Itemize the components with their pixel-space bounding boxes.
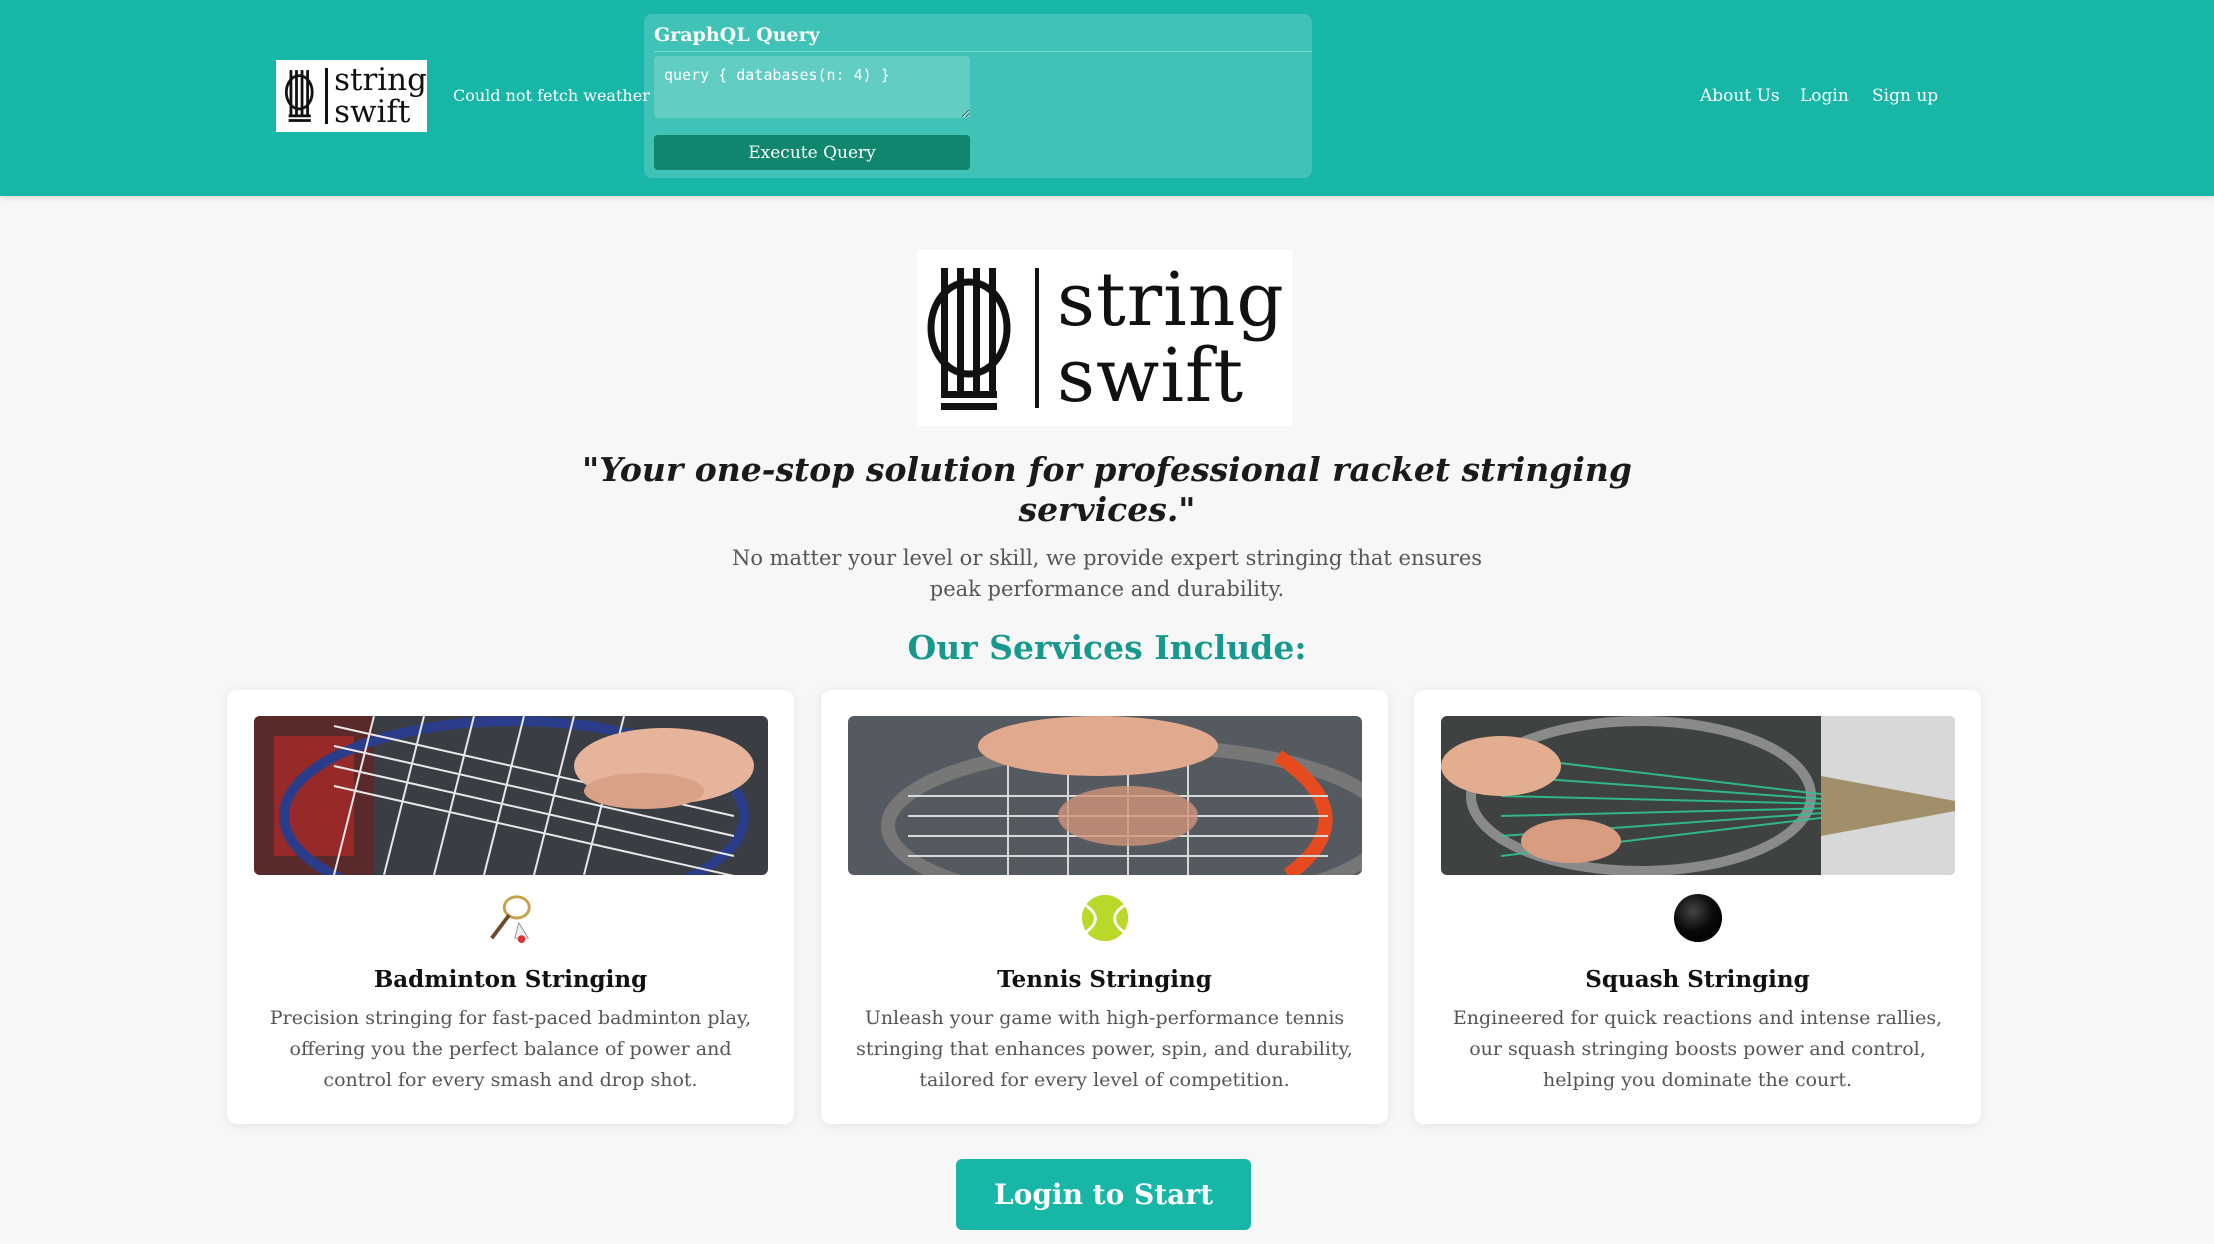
racket-logo-icon [927, 268, 1011, 410]
hero-tagline: "Your one-stop solution for professional… [582, 450, 1632, 529]
tennis-stringing-photo [848, 716, 1362, 875]
graphql-divider [654, 51, 1312, 52]
logo-wordmark: string swift [334, 64, 427, 128]
logo-divider [1035, 268, 1039, 408]
squash-stringing-photo [1441, 716, 1955, 875]
service-description: Engineered for quick reactions and inten… [1452, 1007, 1943, 1091]
logo-divider [325, 68, 329, 124]
graphql-title: GraphQL Query [654, 24, 820, 46]
service-card-tennis: Tennis Stringing Unleash your game with … [821, 690, 1388, 1124]
racket-logo-icon [284, 70, 314, 122]
tennis-ball-icon [1080, 891, 1130, 945]
service-card-badminton: Badminton Stringing Precision stringing … [227, 690, 794, 1124]
logo-word-2: swift [334, 94, 411, 130]
hero-subtitle: No matter your level or skill, we provid… [731, 546, 1483, 601]
badminton-icon [486, 891, 536, 945]
site-header: string swift Could not fetch weather Gra… [0, 0, 2214, 196]
graphql-panel: GraphQL Query query { databases(n: 4) } … [644, 14, 1312, 178]
service-card-squash: Squash Stringing Engineered for quick re… [1414, 690, 1981, 1124]
weather-status: Could not fetch weather [453, 86, 650, 105]
login-to-start-button[interactable]: Login to Start [956, 1159, 1251, 1230]
nav-sign-up[interactable]: Sign up [1872, 86, 1938, 106]
logo-word-1: string [1057, 257, 1285, 343]
squash-ball-icon [1673, 891, 1723, 945]
logo-word-2: swift [1057, 333, 1245, 419]
service-title: Squash Stringing [1585, 966, 1810, 993]
service-description: Precision stringing for fast-paced badmi… [269, 1007, 752, 1091]
service-title: Tennis Stringing [997, 966, 1212, 993]
service-title: Badminton Stringing [373, 966, 648, 993]
service-description: Unleash your game with high-performance … [856, 1007, 1353, 1091]
nav-login[interactable]: Login [1800, 86, 1849, 106]
services-heading: Our Services Include: [907, 628, 1307, 667]
logo-word-1: string [334, 62, 427, 98]
nav-about-us[interactable]: About Us [1700, 86, 1780, 106]
execute-query-button[interactable]: Execute Query [654, 135, 970, 170]
hero-logo: string swift [917, 250, 1292, 426]
badminton-stringing-photo [254, 716, 768, 875]
header-logo[interactable]: string swift [276, 60, 427, 132]
logo-wordmark: string swift [1057, 262, 1285, 414]
graphql-query-input[interactable]: query { databases(n: 4) } [654, 56, 970, 118]
